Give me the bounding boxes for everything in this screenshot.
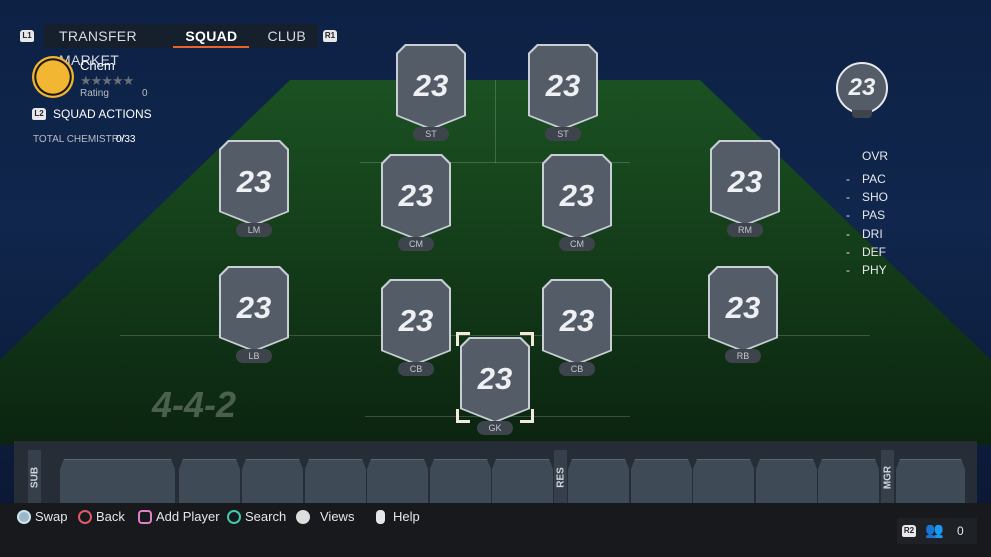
player-card-cm[interactable]: 23 <box>381 154 451 240</box>
views-hint[interactable]: Views <box>296 509 354 524</box>
sub-label: SUB <box>28 450 41 503</box>
tab-club[interactable]: CLUB <box>255 24 318 48</box>
l2-button-icon[interactable]: L2 <box>32 108 46 120</box>
right-stick-icon <box>296 509 310 524</box>
swap-hint[interactable]: Swap <box>17 509 68 524</box>
sub-slot[interactable] <box>179 459 240 503</box>
cross-button-icon <box>17 509 31 524</box>
square-button-icon <box>138 509 152 524</box>
club-crest-logo <box>32 56 74 98</box>
selection-bracket <box>520 409 534 423</box>
position-label: CM <box>398 237 434 251</box>
player-card-cm[interactable]: 23 <box>542 154 612 240</box>
player-card-cb[interactable]: 23 <box>381 279 451 365</box>
reserve-slot[interactable] <box>631 459 692 503</box>
search-hint[interactable]: Search <box>227 509 286 524</box>
sub-slot[interactable] <box>430 459 491 503</box>
top-tabs: TRANSFER MARKET SQUAD CLUB <box>44 24 318 68</box>
position-label: CB <box>398 362 434 376</box>
player-card-lb[interactable]: 23 <box>219 266 289 352</box>
position-label: ST <box>413 127 449 141</box>
r1-button-icon[interactable]: R1 <box>323 30 337 42</box>
reserve-slot[interactable] <box>693 459 754 503</box>
tab-transfer-market[interactable]: TRANSFER MARKET <box>44 24 167 68</box>
position-label: RM <box>727 223 763 237</box>
add-player-hint[interactable]: Add Player <box>138 509 220 524</box>
star-rating: ★★★★★ <box>80 73 134 88</box>
friends-icon: 👥 <box>925 522 944 539</box>
rating-value: 0 <box>142 88 148 99</box>
total-chemistry-label: TOTAL CHEMISTRY <box>33 134 126 145</box>
team-rating-base <box>852 110 872 118</box>
sub-slot[interactable] <box>305 459 366 503</box>
sub-slot[interactable] <box>242 459 303 503</box>
triangle-button-icon <box>227 509 241 524</box>
sub-slot[interactable] <box>60 459 175 503</box>
player-card-st[interactable]: 23 <box>528 44 598 130</box>
manager-slot[interactable] <box>896 459 965 503</box>
player-card-rb[interactable]: 23 <box>708 266 778 352</box>
pitch-line <box>495 80 496 163</box>
rating-label: Rating <box>80 88 109 99</box>
team-rating-badge: 23 <box>836 62 888 114</box>
selection-bracket <box>520 332 534 346</box>
player-card-lm[interactable]: 23 <box>219 140 289 226</box>
r2-button-icon: R2 <box>902 525 916 537</box>
sub-slot[interactable] <box>492 459 553 503</box>
squad-actions-button[interactable]: SQUAD ACTIONS <box>53 107 152 121</box>
position-label: ST <box>545 127 581 141</box>
player-card-cb[interactable]: 23 <box>542 279 612 365</box>
help-hint[interactable]: Help <box>376 509 420 524</box>
options-button-icon <box>376 509 385 524</box>
total-chemistry-value: 0/33 <box>116 134 136 145</box>
tab-squad[interactable]: SQUAD <box>173 24 250 48</box>
selection-bracket <box>456 409 470 423</box>
sub-slot[interactable] <box>367 459 428 503</box>
reserve-slot[interactable] <box>756 459 817 503</box>
selection-bracket <box>456 332 470 346</box>
position-label: CM <box>559 237 595 251</box>
friends-count: 0 <box>957 524 964 538</box>
circle-button-icon <box>78 509 92 524</box>
reserve-slot[interactable] <box>818 459 879 503</box>
position-label: LM <box>236 223 272 237</box>
back-hint[interactable]: Back <box>78 509 125 524</box>
player-card-st[interactable]: 23 <box>396 44 466 130</box>
res-label: RES <box>554 450 567 503</box>
player-card-rm[interactable]: 23 <box>710 140 780 226</box>
position-label: GK <box>477 421 513 435</box>
mgr-label: MGR <box>881 450 894 503</box>
position-label: RB <box>725 349 761 363</box>
reserve-slot[interactable] <box>568 459 629 503</box>
chem-label: Chem <box>80 58 115 73</box>
position-label: CB <box>559 362 595 376</box>
l1-button-icon[interactable]: L1 <box>20 30 34 42</box>
position-label: LB <box>236 349 272 363</box>
formation-label[interactable]: 4-4-2 <box>152 384 236 426</box>
